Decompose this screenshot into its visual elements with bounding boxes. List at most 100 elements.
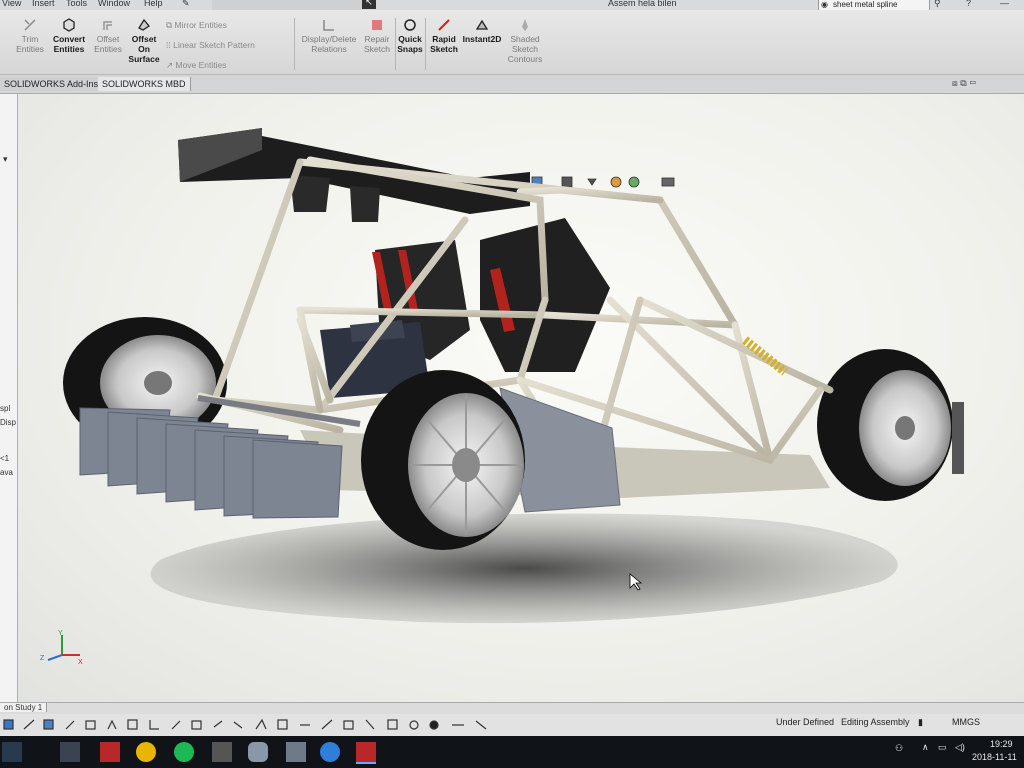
- clock-date[interactable]: 2018-11-11: [972, 752, 1017, 762]
- relations-icon: [323, 20, 334, 31]
- car-assembly-render[interactable]: Y X Z: [18, 94, 1024, 702]
- select-arrow-icon[interactable]: ↖: [362, 0, 376, 9]
- sketch-tools-toolbar[interactable]: [0, 717, 500, 733]
- menu-insert[interactable]: Insert: [32, 0, 55, 8]
- network-icon[interactable]: ▭: [938, 742, 947, 753]
- arc-tool-icon: [65, 720, 75, 730]
- menu-window[interactable]: Window: [98, 0, 130, 8]
- repair-sketch-button[interactable]: Repair Sketch: [362, 18, 392, 54]
- collapse-arrow-icon[interactable]: ▾: [3, 154, 8, 165]
- graphics-area[interactable]: Y X Z: [18, 94, 1024, 702]
- people-icon[interactable]: ⚇: [895, 743, 903, 754]
- windows-taskbar: ⚇ ∧ ▭ ◁) 19:29 2018-11-11: [0, 736, 1024, 768]
- ribbon-divider: [395, 18, 396, 70]
- menu-bar: View Insert Tools Window Help ✎ ↖ Assem …: [0, 0, 1024, 12]
- tab-motion-study[interactable]: on Study 1: [0, 703, 48, 712]
- command-manager-ribbon: Trim Entities Convert Entities Offset En…: [0, 10, 1024, 75]
- start-button-icon[interactable]: [2, 742, 22, 762]
- clock-time[interactable]: 19:29: [990, 739, 1013, 749]
- instant2d-label: Instant2D: [462, 34, 502, 44]
- file-explorer-icon[interactable]: [60, 742, 80, 762]
- mirror-entities-button[interactable]: ⧉ Mirror Entities: [166, 20, 227, 31]
- repair-tool-icon: [409, 720, 419, 730]
- convert-entities-label: Convert Entities: [52, 34, 86, 54]
- slot-tool-icon: [85, 720, 96, 730]
- instant2d-icon: [475, 19, 489, 30]
- convert-tool-icon: [321, 719, 333, 730]
- trim-icon: [24, 19, 36, 31]
- copy-tool-icon: [475, 720, 487, 730]
- status-editing-assembly: Editing Assembly: [841, 717, 910, 727]
- ribbon-divider: [425, 18, 426, 70]
- snap-icon: [404, 19, 416, 31]
- linear-sketch-pattern-button[interactable]: ⁞⁞ Linear Sketch Pattern: [166, 40, 255, 50]
- rapid-sketch-label: Rapid Sketch: [430, 34, 458, 54]
- convert-entities-button[interactable]: Convert Entities: [52, 18, 86, 54]
- smart-dimension-icon: [343, 720, 354, 730]
- rear-right-wheel: [817, 349, 964, 501]
- sketch-chamfer-icon: [149, 720, 159, 730]
- pin-icon[interactable]: ✎: [182, 0, 190, 9]
- shaded-contours-icon: [522, 19, 528, 31]
- offset-tool-icon: [171, 720, 181, 730]
- trim-entities-button[interactable]: Trim Entities: [14, 18, 46, 54]
- app-icon-2[interactable]: [286, 742, 306, 762]
- menu-view[interactable]: View: [2, 0, 21, 8]
- offset-icon: [103, 21, 112, 30]
- tab-solidworks-add-ins[interactable]: SOLIDWORKS Add-Ins: [0, 77, 104, 91]
- tray-chevron-icon[interactable]: ∧: [922, 742, 929, 753]
- magnifier-icon[interactable]: ⚲: [934, 0, 941, 9]
- panel-fragment-2[interactable]: Disp: [0, 418, 16, 427]
- spline-tool-icon: [255, 718, 267, 730]
- panel-fragment-3[interactable]: <1: [0, 454, 9, 463]
- search-input[interactable]: sheet metal spline: [833, 0, 897, 9]
- quick-snaps-label: Quick Snaps: [397, 34, 423, 54]
- display-relations-icon: [387, 719, 398, 730]
- shaded-sketch-contours-button[interactable]: Shaded Sketch Contours: [506, 18, 544, 64]
- menu-tools[interactable]: Tools: [66, 0, 87, 8]
- triad-y-label: Y: [58, 630, 63, 637]
- polygon-tool-icon: [107, 719, 117, 730]
- offset-entities-button[interactable]: Offset Entities: [92, 18, 124, 54]
- fillet-tool-icon: [127, 719, 138, 730]
- quick-snaps-button[interactable]: Quick Snaps: [397, 18, 423, 54]
- convert-icon: [63, 18, 75, 32]
- shaded-sketch-contours-label: Shaded Sketch Contours: [507, 34, 543, 64]
- offset-entities-label: Offset Entities: [94, 34, 122, 54]
- chrome-icon[interactable]: [136, 742, 156, 762]
- trim-tool-icon: [213, 720, 223, 728]
- help-icon[interactable]: ?: [966, 0, 971, 8]
- display-delete-relations-label: Display/Delete Relations: [301, 34, 357, 54]
- calculator-icon[interactable]: [212, 742, 232, 762]
- line-tool-icon: [3, 719, 14, 730]
- app-icon-3[interactable]: [320, 742, 340, 762]
- panel-fragment-4[interactable]: ava: [0, 468, 13, 477]
- rebuild-icon[interactable]: ▮: [918, 717, 923, 728]
- solidworks-window: View Insert Tools Window Help ✎ ↖ Assem …: [0, 0, 1024, 768]
- offset-on-surface-button[interactable]: Offset On Surface: [128, 18, 160, 64]
- tab-solidworks-mbd[interactable]: SOLIDWORKS MBD: [98, 77, 191, 91]
- display-delete-relations-button[interactable]: Display/Delete Relations: [300, 18, 358, 54]
- triad-x-label: X: [78, 659, 83, 666]
- move-entities-button[interactable]: ↗ Move Entities: [166, 60, 227, 71]
- quick-snap-tool-icon: [429, 720, 439, 730]
- trim-entities-label: Trim Entities: [16, 34, 44, 54]
- ground-shadow: [150, 513, 898, 624]
- menu-help[interactable]: Help: [144, 0, 163, 8]
- volume-icon[interactable]: ◁): [955, 742, 965, 753]
- status-units[interactable]: MMGS: [952, 717, 980, 727]
- search-icon: ◉: [821, 0, 828, 9]
- instant2d-button[interactable]: Instant2D: [462, 18, 502, 44]
- solidworks-taskbar-icon[interactable]: [100, 742, 120, 762]
- panel-fragment-1[interactable]: spl: [0, 404, 10, 413]
- spotify-icon[interactable]: [174, 742, 194, 762]
- wing-mount-right: [350, 186, 380, 222]
- app-icon-1[interactable]: [248, 742, 268, 762]
- minimize-icon[interactable]: —: [1000, 0, 1009, 8]
- window-tile-icon[interactable]: ⧈ ⧉ ▭: [952, 78, 976, 89]
- rapid-sketch-button[interactable]: Rapid Sketch: [430, 18, 458, 54]
- move-entities-label: Move Entities: [175, 60, 227, 70]
- solidworks-2017-icon[interactable]: [356, 742, 376, 764]
- centerline-icon: [23, 719, 35, 730]
- document-title: Assem hela bilen: [608, 0, 677, 8]
